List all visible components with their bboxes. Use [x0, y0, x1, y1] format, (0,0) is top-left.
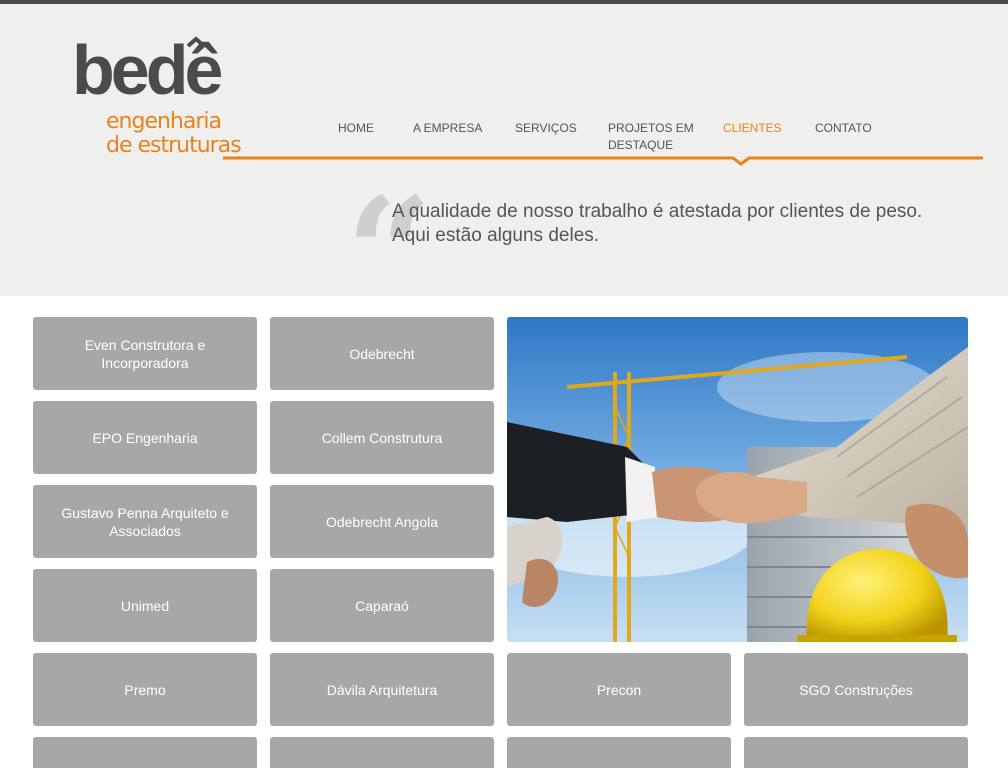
client-tile[interactable]: EPO Engenharia — [33, 401, 257, 474]
client-tile-partial[interactable] — [33, 737, 257, 768]
client-tile-partial[interactable] — [270, 737, 494, 768]
client-tile[interactable]: Precon — [507, 653, 731, 726]
intro-text: A qualidade de nosso trabalho é atestada… — [392, 200, 952, 248]
client-tile-partial[interactable] — [744, 737, 968, 768]
client-tile-partial[interactable] — [507, 737, 731, 768]
handshake-photo — [507, 317, 968, 642]
nav-empresa[interactable]: A EMPRESA — [413, 120, 482, 137]
nav-projetos[interactable]: PROJETOS EM DESTAQUE — [608, 120, 698, 154]
client-tile[interactable]: Odebrecht — [270, 317, 494, 390]
client-tile[interactable]: SGO Construções — [744, 653, 968, 726]
nav-contato[interactable]: CONTATO — [815, 120, 872, 137]
logo-hat-icon — [186, 36, 206, 48]
client-tile[interactable]: Even Construtora e Incorporadora — [33, 317, 257, 390]
client-tile[interactable]: Unimed — [33, 569, 257, 642]
client-tile[interactable]: Gustavo Penna Arquiteto e Associados — [33, 485, 257, 558]
client-tile[interactable]: Dávila Arquitetura — [270, 653, 494, 726]
nav-underline — [223, 156, 983, 166]
client-tile[interactable]: Collem Construtura — [270, 401, 494, 474]
intro-line-1: A qualidade de nosso trabalho é atestada… — [392, 201, 923, 222]
client-tile[interactable]: Premo — [33, 653, 257, 726]
client-tile[interactable]: Odebrecht Angola — [270, 485, 494, 558]
nav-clientes[interactable]: CLIENTES — [723, 120, 782, 137]
logo[interactable]: bedê engenharia de estruturas — [72, 28, 242, 168]
logo-tagline-1: engenharia — [106, 109, 222, 134]
client-tile[interactable]: Caparaó — [270, 569, 494, 642]
nav-servicos[interactable]: SERVIÇOS — [515, 120, 577, 137]
logo-tagline-2: de estruturas — [106, 133, 242, 158]
nav-home[interactable]: HOME — [338, 120, 374, 137]
intro-line-2: Aqui estão alguns deles. — [392, 225, 600, 246]
handshake-image — [507, 317, 968, 642]
